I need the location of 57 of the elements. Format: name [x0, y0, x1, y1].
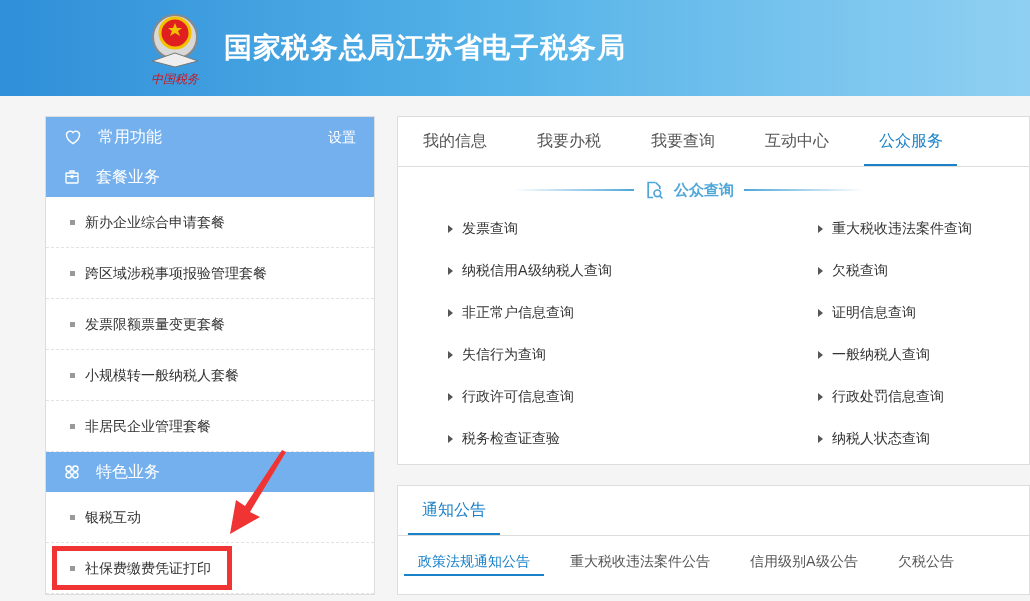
- triangle-icon: [818, 434, 823, 443]
- triangle-icon: [818, 224, 823, 233]
- triangle-icon: [448, 224, 453, 233]
- nav-tab[interactable]: 我要办税: [522, 117, 615, 166]
- briefcase-icon: [64, 169, 80, 185]
- bullet-icon: [70, 372, 75, 378]
- query-link[interactable]: 发票查询: [448, 207, 818, 250]
- query-link[interactable]: 证明信息查询: [818, 291, 1029, 334]
- triangle-icon: [448, 392, 453, 401]
- query-link[interactable]: 纳税人状态查询: [818, 417, 1029, 460]
- nav-tab[interactable]: 公众服务: [864, 117, 957, 166]
- query-link[interactable]: 非正常户信息查询: [448, 291, 818, 334]
- triangle-icon: [818, 266, 823, 275]
- menu-item[interactable]: 小规模转一般纳税人套餐: [52, 353, 260, 397]
- menu-item[interactable]: 跨区域涉税事项报验管理套餐: [52, 251, 288, 295]
- triangle-icon: [818, 308, 823, 317]
- heart-icon: [64, 129, 82, 145]
- bullet-icon: [70, 565, 75, 571]
- menu-item[interactable]: 发票限额票量变更套餐: [52, 302, 246, 346]
- section-title: 常用功能: [98, 126, 163, 148]
- query-link[interactable]: 重大税收违法案件查询: [818, 207, 1029, 250]
- triangle-icon: [448, 266, 453, 275]
- notice-subtab[interactable]: 欠税公告: [883, 548, 968, 576]
- bullet-icon: [70, 219, 75, 225]
- query-link[interactable]: 纳税信用A级纳税人查询: [448, 249, 818, 292]
- nav-tab[interactable]: 互动中心: [750, 117, 843, 166]
- query-link[interactable]: 税务检查证查验: [448, 417, 818, 460]
- bullet-icon: [70, 270, 75, 276]
- site-title: 国家税务总局江苏省电子税务局: [224, 30, 626, 66]
- section-title: 套餐业务: [96, 166, 161, 188]
- notice-subtab[interactable]: 重大税收违法案件公告: [556, 548, 724, 576]
- triangle-icon: [818, 392, 823, 401]
- menu-item[interactable]: 社保费缴费凭证打印: [52, 546, 232, 590]
- menu-item[interactable]: 非居民企业管理套餐: [52, 404, 232, 448]
- section-heading: 公众查询: [673, 180, 734, 201]
- nav-tab[interactable]: 我要查询: [636, 117, 729, 166]
- bullet-icon: [70, 514, 75, 520]
- logo-text: 中国税务: [151, 73, 199, 85]
- query-link[interactable]: 失信行为查询: [448, 333, 818, 376]
- triangle-icon: [448, 434, 453, 443]
- query-link[interactable]: 行政许可信息查询: [448, 375, 818, 418]
- query-link[interactable]: 一般纳税人查询: [818, 333, 1029, 376]
- triangle-icon: [448, 350, 453, 359]
- triangle-icon: [448, 308, 453, 317]
- menu-item[interactable]: 新办企业综合申请套餐: [52, 200, 246, 244]
- notice-tab[interactable]: 通知公告: [408, 486, 500, 535]
- notice-subtab[interactable]: 政策法规通知公告: [404, 548, 544, 576]
- query-link[interactable]: 行政处罚信息查询: [818, 375, 1029, 418]
- query-link[interactable]: 欠税查询: [818, 249, 1029, 292]
- nav-tab[interactable]: 我的信息: [408, 117, 501, 166]
- bullet-icon: [70, 423, 75, 429]
- triangle-icon: [818, 350, 823, 359]
- notice-subtab[interactable]: 信用级别A级公告: [736, 548, 872, 576]
- grid-icon: [64, 464, 80, 480]
- menu-item[interactable]: 银税互动: [52, 495, 162, 539]
- section-title: 特色业务: [96, 461, 161, 483]
- bullet-icon: [70, 321, 75, 327]
